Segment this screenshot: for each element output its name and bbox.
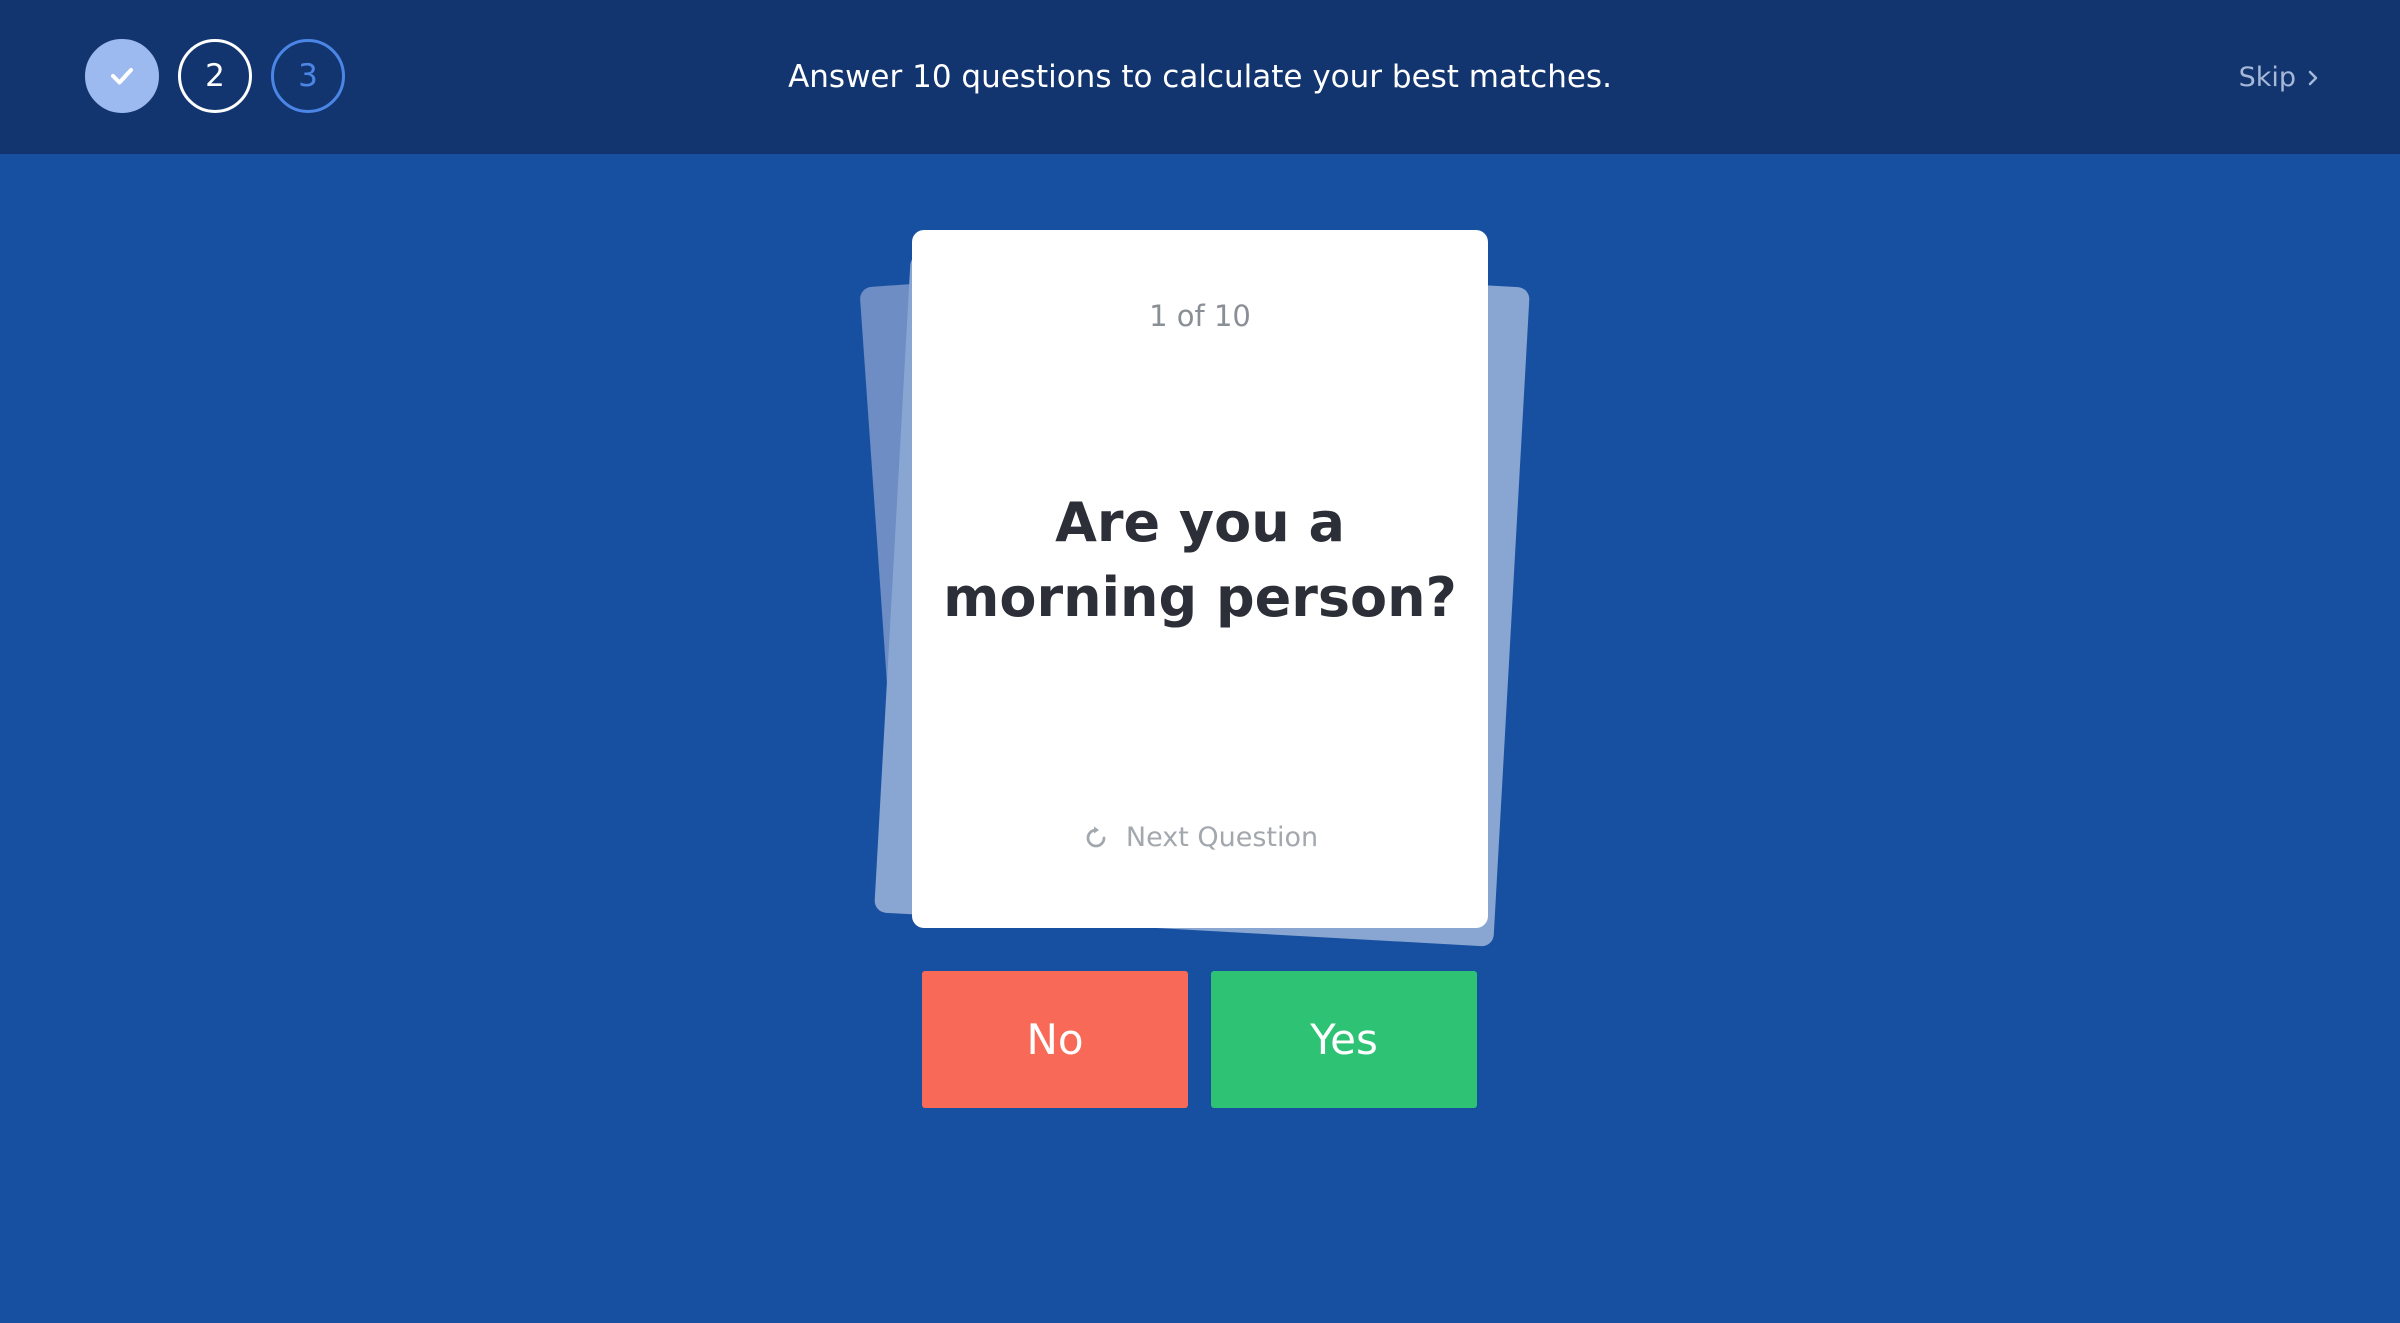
question-text: Are you a morning person? [912, 485, 1488, 635]
refresh-icon [1086, 826, 1106, 848]
header-title: Answer 10 questions to calculate your be… [788, 59, 1612, 95]
question-line-2: morning person? [943, 566, 1457, 629]
question-line-1: Are you a [1055, 491, 1345, 554]
next-question-label: Next Question [1125, 822, 1319, 853]
chevron-right-icon [2308, 70, 2318, 86]
skip-button[interactable]: Skip [2239, 60, 2320, 96]
next-question-button[interactable]: Next Question [912, 818, 1488, 858]
top-bar: 2 3 Answer 10 questions to calculate you… [0, 0, 2400, 154]
question-counter: 1 of 10 [1149, 299, 1251, 333]
skip-label: Skip [2238, 62, 2296, 93]
yes-button[interactable]: Yes [1211, 971, 1477, 1108]
no-button[interactable]: No [922, 971, 1188, 1108]
